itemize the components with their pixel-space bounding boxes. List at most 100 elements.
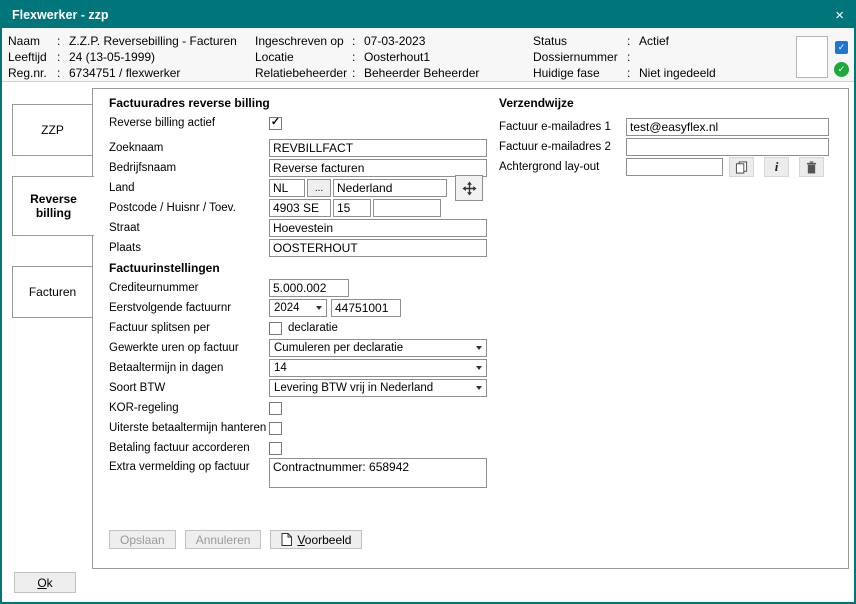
chevron-down-icon [476, 346, 482, 350]
delete-layout-button[interactable] [799, 157, 824, 177]
layout-info-button[interactable]: i [764, 157, 789, 177]
section-verzendwijze: Verzendwijze [499, 95, 845, 111]
header-col-personal: Naam:Z.Z.P. Reversebilling - Facturen Le… [8, 33, 237, 81]
soort-btw-label: Soort BTW [109, 382, 269, 394]
crediteurnummer-input[interactable] [269, 279, 349, 297]
leeftijd-value: 24 (13-05-1999) [69, 50, 155, 64]
green-check-icon: ✓ [834, 62, 849, 77]
header-col-registration: Ingeschreven op:07-03-2023 Locatie:Ooste… [255, 33, 479, 81]
postcode-label: Postcode / Huisnr / Toev. [109, 202, 269, 214]
leeftijd-label: Leeftijd [8, 49, 57, 65]
plaats-input[interactable] [269, 239, 487, 257]
title-bar: Flexwerker - zzp × [2, 2, 854, 28]
select-value: 2024 [274, 302, 312, 314]
locatie-value: Oosterhout1 [364, 50, 430, 64]
form-buttons: Opslaan Annuleren Voorbeeld [109, 530, 583, 549]
preview-document-icon [281, 533, 292, 546]
annuleren-button[interactable]: Annuleren [185, 530, 262, 549]
zoeknaam-label: Zoeknaam [109, 142, 269, 154]
factuurnr-year-select[interactable]: 2024 [269, 299, 327, 317]
ok-button[interactable]: Ok [14, 572, 76, 593]
status-value: Actief [639, 34, 669, 48]
zoeknaam-input[interactable] [269, 139, 487, 157]
straat-input[interactable] [269, 219, 487, 237]
chevron-down-icon [476, 366, 482, 370]
reverse-billing-actief-label: Reverse billing actief [109, 117, 269, 129]
naam-value: Z.Z.P. Reversebilling - Facturen [69, 34, 237, 48]
email1-label: Factuur e-mailadres 1 [499, 121, 626, 133]
betaling-accorderen-checkbox[interactable] [269, 442, 282, 455]
huidige-fase-label: Huidige fase [533, 65, 627, 81]
email1-input[interactable] [626, 118, 829, 136]
move-icon [462, 181, 477, 196]
uiterste-betaaltermijn-checkbox[interactable] [269, 422, 282, 435]
ingeschreven-value: 07-03-2023 [364, 34, 425, 48]
land-browse-button[interactable]: ... [307, 179, 331, 197]
tab-facturen[interactable]: Facturen [12, 266, 93, 318]
achtergrond-layout-input[interactable] [626, 158, 723, 176]
status-label: Status [533, 33, 627, 49]
trash-icon [806, 161, 817, 174]
kor-regeling-label: KOR-regeling [109, 402, 269, 414]
copy-document-icon [735, 161, 748, 174]
soort-btw-select[interactable]: Levering BTW vrij in Nederland [269, 379, 487, 397]
reverse-billing-checkbox[interactable]: ✓ [269, 117, 282, 130]
select-value: 14 [274, 362, 472, 374]
gewerkte-uren-select[interactable]: Cumuleren per declaratie [269, 339, 487, 357]
toevoeging-input[interactable] [373, 199, 441, 217]
extra-vermelding-label: Extra vermelding op factuur [109, 458, 269, 473]
land-name-input[interactable] [333, 179, 447, 197]
voorbeeld-button[interactable]: Voorbeeld [270, 530, 362, 549]
locatie-label: Locatie [255, 49, 352, 65]
factuur-splitsen-checkbox[interactable] [269, 322, 282, 335]
regnr-label: Reg.nr. [8, 65, 57, 81]
factuur-splitsen-label: Factuur splitsen per [109, 322, 269, 334]
verzendwijze-form: Verzendwijze Factuur e-mailadres 1 Factu… [499, 93, 845, 177]
factuurnr-input[interactable] [331, 299, 401, 317]
postcode-input[interactable] [269, 199, 331, 217]
kor-regeling-checkbox[interactable] [269, 402, 282, 415]
email2-input[interactable] [626, 138, 829, 156]
gewerkte-uren-label: Gewerkte uren op factuur [109, 342, 269, 354]
betaaltermijn-select[interactable]: 14 [269, 359, 487, 377]
chevron-down-icon [316, 306, 322, 310]
ingeschreven-label: Ingeschreven op [255, 33, 352, 49]
factuurnr-label: Eerstvolgende factuurnr [109, 302, 269, 314]
check-icon: ✓ [271, 117, 280, 128]
email2-label: Factuur e-mailadres 2 [499, 141, 626, 153]
reverse-billing-panel: Factuuradres reverse billing Reverse bil… [92, 88, 849, 569]
select-value: Cumuleren per declaratie [274, 342, 472, 354]
straat-label: Straat [109, 222, 269, 234]
betaaltermijn-label: Betaaltermijn in dagen [109, 362, 269, 374]
photo-placeholder [796, 36, 828, 78]
bedrijfsnaam-label: Bedrijfsnaam [109, 162, 269, 174]
blue-check-icon: ✓ [835, 41, 848, 54]
header-col-status: Status:Actief Dossiernummer: Huidige fas… [533, 33, 716, 81]
close-icon[interactable]: × [835, 8, 844, 23]
tab-zzp[interactable]: ZZP [12, 104, 93, 156]
tab-reverse-billing[interactable]: Reverse billing [12, 176, 94, 236]
declaratie-label: declaratie [288, 322, 338, 334]
layout-icon-buttons: i [729, 157, 824, 177]
status-indicators: ✓ ✓ [834, 41, 849, 77]
uiterste-betaaltermijn-label: Uiterste betaaltermijn hanteren [109, 422, 269, 434]
select-value: Levering BTW vrij in Nederland [274, 382, 472, 394]
extra-vermelding-textarea[interactable]: Contractnummer: 658942 [269, 458, 487, 488]
huisnr-input[interactable] [333, 199, 371, 217]
select-layout-button[interactable] [729, 157, 754, 177]
window-title: Flexwerker - zzp [12, 8, 109, 22]
crediteurnummer-label: Crediteurnummer [109, 282, 269, 294]
header-info: Naam:Z.Z.P. Reversebilling - Facturen Le… [2, 28, 854, 82]
relatiebeheerder-label: Relatiebeheerder [255, 65, 352, 81]
opslaan-button[interactable]: Opslaan [109, 530, 176, 549]
huidige-fase-value: Niet ingedeeld [639, 66, 716, 80]
naam-label: Naam [8, 33, 57, 49]
chevron-down-icon [476, 386, 482, 390]
move-address-button[interactable] [455, 175, 483, 201]
land-code-input[interactable] [269, 179, 305, 197]
achtergrond-layout-label: Achtergrond lay-out [499, 161, 626, 173]
land-label: Land [109, 182, 269, 194]
dossiernummer-label: Dossiernummer [533, 49, 627, 65]
info-icon: i [775, 159, 779, 175]
main-area: ZZP Reverse billing Facturen Factuuradre… [2, 82, 854, 602]
